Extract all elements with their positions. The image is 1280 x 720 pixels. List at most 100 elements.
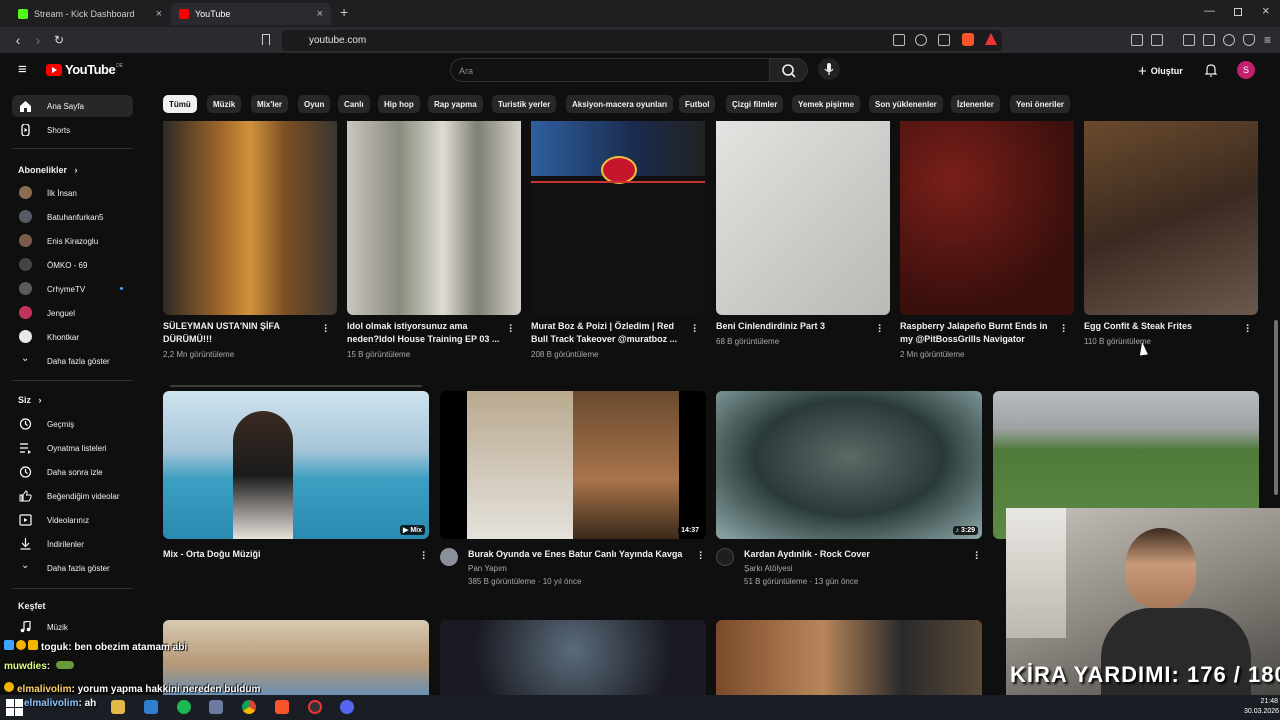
more-options-icon[interactable]: · · · xyxy=(509,321,513,338)
discord-icon[interactable] xyxy=(340,700,354,714)
video-title[interactable]: SÜLEYMAN USTA'NIN ŞİFA DÜRÜMÜ!!! xyxy=(163,320,313,346)
menu-icon[interactable]: ≡ xyxy=(1264,33,1271,47)
obs-icon[interactable] xyxy=(308,700,322,714)
sidebar-item-downloads[interactable]: İndirilenler xyxy=(12,533,133,555)
video-thumbnail[interactable] xyxy=(1084,121,1258,315)
video-thumbnail[interactable]: ♪ 3:29 xyxy=(716,391,982,539)
close-tab-icon[interactable]: × xyxy=(317,8,323,20)
avatar[interactable]: S xyxy=(1237,61,1255,79)
brave-icon[interactable] xyxy=(275,700,289,714)
leo-icon[interactable] xyxy=(1223,34,1235,46)
video-thumbnail[interactable]: 14:37 xyxy=(440,391,706,539)
more-options-icon[interactable]: · · · xyxy=(422,548,426,565)
spotify-icon[interactable] xyxy=(177,700,191,714)
chip-music[interactable]: Müzik xyxy=(207,95,242,113)
close-window-icon[interactable]: × xyxy=(1262,3,1270,18)
you-heading[interactable]: Siz › xyxy=(18,395,42,405)
new-tab-button[interactable]: + xyxy=(340,4,348,20)
video-title[interactable]: Murat Boz & Poizi | Özledim | Red Bull T… xyxy=(531,320,686,346)
reload-icon[interactable]: ↻ xyxy=(51,32,67,48)
channel-avatar[interactable] xyxy=(716,548,734,566)
file-explorer-icon[interactable] xyxy=(111,700,125,714)
sidebar-item-shorts[interactable]: Shorts xyxy=(12,119,133,141)
more-options-icon[interactable]: · · · xyxy=(693,321,697,338)
sidebar-item-home[interactable]: Ana Sayfa xyxy=(12,95,133,117)
chip-hip-hop[interactable]: Hip hop xyxy=(378,95,420,113)
sidebar-sub-item[interactable]: Khontkar xyxy=(12,326,133,348)
video-thumbnail[interactable] xyxy=(900,121,1074,315)
video-thumbnail[interactable] xyxy=(347,121,521,315)
chip-live[interactable]: Canlı xyxy=(338,95,370,113)
sidebar-sub-item[interactable]: Jenguel xyxy=(12,302,133,324)
calculator-icon[interactable] xyxy=(209,700,223,714)
chip-cartoons[interactable]: Çizgi filmler xyxy=(726,95,784,113)
subscriptions-heading[interactable]: Abonelikler › xyxy=(18,165,78,175)
more-options-icon[interactable]: · · · xyxy=(324,321,328,338)
more-options-icon[interactable]: · · · xyxy=(878,321,882,338)
sidebar-sub-item[interactable]: Batuhanfurkan5 xyxy=(12,206,133,228)
cast-icon[interactable] xyxy=(893,34,905,46)
chip-football[interactable]: Futbol xyxy=(679,95,716,113)
more-options-icon[interactable]: · · · xyxy=(1246,321,1250,338)
sidebar-you-show-more[interactable]: ⌄ Daha fazla göster xyxy=(12,557,133,579)
chip-rap[interactable]: Rap yapma xyxy=(428,95,483,113)
video-title[interactable]: Mix - Orta Doğu Müziği xyxy=(163,548,413,561)
more-options-icon[interactable]: · · · xyxy=(975,548,979,565)
system-clock[interactable]: 21:48 30.03.2026 xyxy=(1244,697,1279,717)
chip-watched[interactable]: İzlenenler xyxy=(951,95,1000,113)
sidebar-sub-item[interactable]: Enis Kirazoglu xyxy=(12,230,133,252)
notifications-button[interactable] xyxy=(1204,63,1218,77)
create-button[interactable]: + Oluştur xyxy=(1138,61,1183,81)
hamburger-menu-icon[interactable]: ≡ xyxy=(18,62,27,77)
chip-new-to-you[interactable]: Yeni öneriler xyxy=(1010,95,1071,113)
sidebar-item-watch-later[interactable]: Daha sonra izle xyxy=(12,461,133,483)
sidebar-icon[interactable] xyxy=(1183,34,1195,46)
sidebar-item-history[interactable]: Geçmiş xyxy=(12,413,133,435)
page-scrollbar[interactable] xyxy=(1274,320,1278,495)
channel-name[interactable]: Şarkı Atölyesi xyxy=(744,562,792,575)
minimize-icon[interactable]: — xyxy=(1204,5,1215,17)
chip-cooking[interactable]: Yemek pişirme xyxy=(792,95,861,113)
chip-tourist-places[interactable]: Turistik yerler xyxy=(492,95,557,113)
video-title[interactable]: Burak Oyunda ve Enes Batur Canlı Yayında… xyxy=(468,548,693,561)
bookmark-icon[interactable] xyxy=(262,34,270,45)
more-options-icon[interactable]: · · · xyxy=(699,548,703,565)
channel-name[interactable]: Pan Yapım xyxy=(468,562,507,575)
close-tab-icon[interactable]: × xyxy=(156,8,162,20)
brave-shield-icon[interactable] xyxy=(962,33,974,46)
video-title[interactable]: Raspberry Jalapeño Burnt Ends in my @Pit… xyxy=(900,320,1055,346)
video-thumbnail[interactable] xyxy=(716,121,890,315)
sidebar-sub-item[interactable]: İlk İnsan xyxy=(12,182,133,204)
video-title[interactable]: Beni Cinlendirdiniz Part 3 xyxy=(716,320,871,333)
sidebar-item-liked-videos[interactable]: Beğendiğim videolar xyxy=(12,485,133,507)
zoom-icon[interactable] xyxy=(915,34,927,46)
wallet-icon[interactable] xyxy=(1203,34,1215,46)
chip-all[interactable]: Tümü xyxy=(163,95,197,113)
more-options-icon[interactable]: · · · xyxy=(1062,321,1066,338)
chip-recently-uploaded[interactable]: Son yüklenenler xyxy=(869,95,943,113)
channel-avatar[interactable] xyxy=(440,548,458,566)
video-thumbnail[interactable] xyxy=(440,620,706,695)
back-icon[interactable]: ‹ xyxy=(10,32,26,48)
vpn-icon[interactable] xyxy=(1243,34,1255,46)
video-title[interactable]: Idol olmak istiyorsunuz ama neden?Idol H… xyxy=(347,320,502,346)
sidebar-sub-item[interactable]: CrhymeTV xyxy=(12,278,133,300)
forward-icon[interactable]: › xyxy=(30,32,46,48)
windows-start-icon[interactable] xyxy=(6,699,23,716)
share-icon[interactable] xyxy=(938,34,950,46)
chip-gaming[interactable]: Oyun xyxy=(298,95,331,113)
tab-kick-dashboard[interactable]: Stream - Kick Dashboard × xyxy=(10,3,170,25)
video-thumbnail[interactable]: ▶ Mix xyxy=(163,391,429,539)
youtube-logo[interactable]: YouTube DE xyxy=(46,62,123,77)
video-title[interactable]: Egg Confit & Steak Frites xyxy=(1084,320,1239,333)
sidebar-item-music[interactable]: Müzik xyxy=(12,616,133,638)
sidebar-subs-show-more[interactable]: ⌄ Daha fazla göster xyxy=(12,350,133,372)
sidebar-sub-item[interactable]: ÖMKO - 69 xyxy=(12,254,133,276)
sidebar-item-your-videos[interactable]: Videolarınız xyxy=(12,509,133,531)
chip-action-adventure[interactable]: Aksiyon-macera oyunları xyxy=(566,95,674,113)
voice-search-button[interactable] xyxy=(818,58,840,80)
video-thumbnail[interactable] xyxy=(531,121,705,315)
chip-mixes[interactable]: Mix'ler xyxy=(251,95,289,113)
chrome-icon[interactable] xyxy=(242,700,256,714)
tab-youtube[interactable]: YouTube × xyxy=(171,3,331,25)
